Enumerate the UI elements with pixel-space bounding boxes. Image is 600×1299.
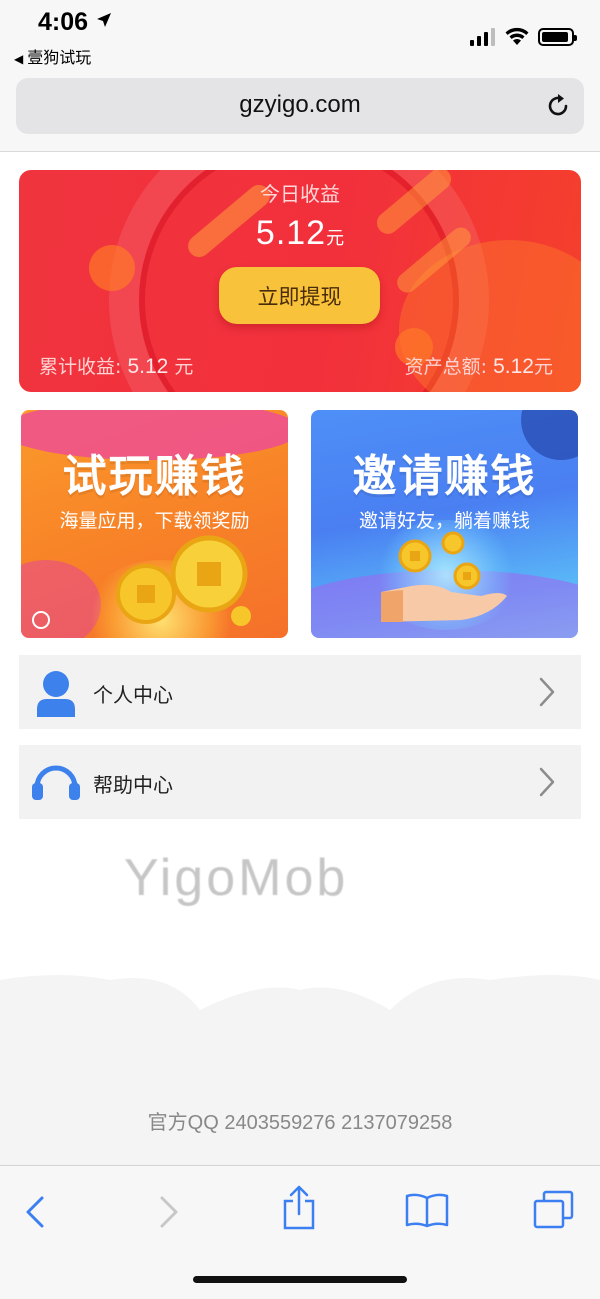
total-assets-value: 5.12 — [493, 355, 534, 378]
bookmarks-icon[interactable] — [404, 1192, 450, 1228]
hand-with-coins-icon — [381, 531, 507, 622]
total-assets-unit: 元 — [533, 356, 553, 378]
back-arrow-icon[interactable] — [22, 1194, 48, 1230]
forward-arrow-icon[interactable] — [156, 1194, 182, 1230]
reload-icon[interactable] — [544, 92, 572, 120]
browser-address-area: gzyigo.com — [0, 70, 600, 152]
back-triangle-icon: ◀ — [14, 52, 24, 66]
total-assets-label: 资产总额: — [404, 356, 488, 378]
menu-item-help-center[interactable]: 帮助中心 — [19, 745, 581, 819]
today-earnings-title: 今日收益 — [260, 182, 340, 206]
watermark-logo: YigoMob — [124, 849, 349, 907]
url-text: gzyigo.com — [239, 91, 361, 118]
total-earnings-label: 累计收益: — [39, 356, 122, 378]
carousel-dot-icon — [32, 611, 50, 629]
trial-earn-title: 试玩赚钱 — [62, 451, 247, 502]
trial-earn-card[interactable]: 试玩赚钱 海量应用，下载领奖励 — [21, 410, 288, 638]
wifi-icon — [505, 27, 529, 45]
today-earnings-value: 5.12 — [255, 214, 327, 252]
total-earnings-value: 5.12 — [127, 355, 169, 378]
today-earnings-unit: 元 — [326, 228, 345, 249]
battery-icon — [538, 28, 577, 46]
back-app-label: 壹狗试玩 — [27, 48, 92, 67]
location-arrow-icon — [97, 13, 111, 27]
official-qq-text: 官方QQ 2403559276 2137079258 — [147, 1112, 453, 1134]
back-to-app-link[interactable]: ◀ 壹狗试玩 — [14, 44, 91, 68]
today-earnings-amount: 5.12元 — [19, 214, 581, 253]
gold-coins-icon — [116, 535, 251, 626]
share-icon[interactable] — [282, 1184, 316, 1230]
chevron-right-icon — [539, 677, 555, 707]
headset-icon — [32, 765, 80, 800]
total-earnings-unit: 元 — [174, 356, 194, 378]
invite-earn-title: 邀请赚钱 — [352, 451, 537, 502]
menu-label-help-center: 帮助中心 — [93, 773, 173, 797]
tabs-icon[interactable] — [532, 1190, 576, 1230]
status-bar: 4:06 ◀ 壹狗试玩 — [0, 0, 600, 70]
cellular-signal-icon — [470, 28, 495, 46]
invite-earn-subtitle: 邀请好友，躺着赚钱 — [358, 510, 530, 532]
total-earnings: 累计收益: 5.12 元 — [39, 352, 193, 379]
earnings-card: 今日收益 5.12元 立即提现 累计收益: 5.12 元 资产总额: 5.12元 — [19, 170, 581, 392]
total-assets: 资产总额: 5.12元 — [405, 352, 553, 379]
home-indicator — [193, 1276, 407, 1283]
background-cloud-shape — [0, 975, 600, 1170]
menu-item-personal-center[interactable]: 个人中心 — [19, 655, 581, 729]
address-bar[interactable]: gzyigo.com — [16, 78, 584, 134]
chevron-right-icon — [539, 767, 555, 797]
user-icon — [37, 671, 75, 717]
invite-earn-card[interactable]: 邀请赚钱 邀请好友，躺着赚钱 — [311, 410, 578, 638]
withdraw-button[interactable]: 立即提现 — [219, 267, 380, 324]
menu-label-personal-center: 个人中心 — [93, 683, 173, 707]
clock: 4:06 — [38, 8, 89, 36]
